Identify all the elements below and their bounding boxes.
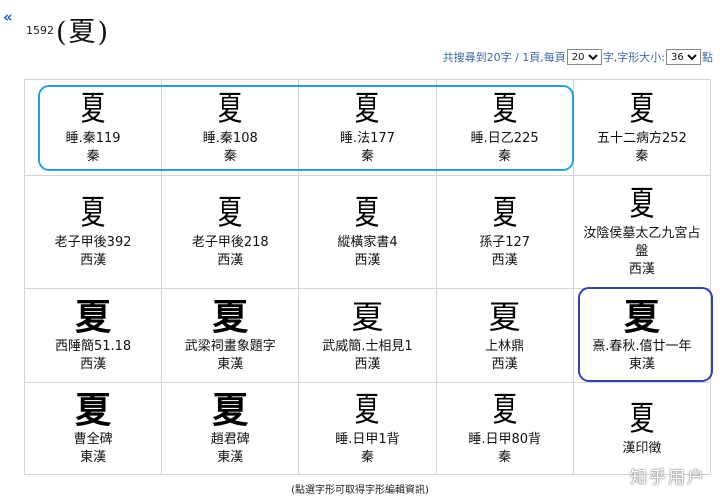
source-label: 睡.秦108 [202, 130, 258, 146]
glyph-image[interactable]: 夏 [630, 185, 654, 225]
source-label: 睡.秦119 [65, 130, 121, 146]
source-label: 汝陰侯墓太乙九宮占盤 [583, 226, 701, 259]
glyph-grid: 夏 睡.秦119 秦 夏 睡.秦108 秦 夏 睡.法177 秦 夏 睡.日乙2… [23, 79, 712, 475]
source-label: 熹.春秋.僖廿一年 [592, 338, 692, 354]
era-label: 西漢 [491, 356, 518, 372]
glyph-cell[interactable]: 夏 老子甲後392 西漢 [23, 175, 163, 289]
glyph-cell[interactable]: 夏 縱橫家書4 西漢 [298, 175, 437, 289]
source-label: 睡.日乙225 [470, 130, 539, 146]
glyph-cell[interactable]: 夏 睡.法177 秦 [298, 79, 437, 176]
glyph-image[interactable]: 夏 [355, 90, 379, 130]
glyph-image[interactable]: 夏 [81, 194, 105, 234]
era-label: 東漢 [217, 449, 244, 465]
source-label: 上林鼎 [485, 338, 525, 354]
era-label: 西漢 [628, 262, 655, 277]
source-label: 睡.日甲80背 [468, 431, 541, 447]
grid-row: 夏 曹全碑 東漢 夏 趙君碑 東漢 夏 睡.日甲1背 秦 夏 睡.日甲80背 秦… [23, 382, 712, 475]
source-label: 睡.法177 [339, 130, 395, 146]
glyph-image[interactable]: 夏 [492, 391, 516, 431]
source-label: 趙君碑 [210, 431, 250, 447]
era-label: 西漢 [217, 253, 244, 268]
glyph-image[interactable]: 夏 [351, 298, 383, 338]
back-button[interactable]: « [3, 10, 13, 25]
glyph-cell[interactable]: 夏 老子甲後218 西漢 [161, 175, 300, 289]
era-label: 西漢 [354, 253, 381, 268]
glyph-image[interactable]: 夏 [492, 194, 516, 234]
glyph-image[interactable]: 夏 [492, 90, 516, 130]
font-size-select[interactable]: 36 [666, 49, 701, 65]
era-label: 西漢 [354, 356, 381, 372]
glyph-image[interactable]: 夏 [355, 391, 379, 431]
grid-row: 夏 西陲簡51.18 西漢 夏 武梁祠畫象題字 東漢 夏 武威簡.士相見1 西漢… [23, 288, 712, 383]
glyph-image[interactable]: 夏 [75, 391, 111, 431]
glyph-cell[interactable]: 夏 西陲簡51.18 西漢 [23, 288, 163, 383]
source-label: 老子甲後218 [191, 235, 269, 250]
source-label: 睡.日甲1背 [335, 431, 400, 447]
era-label: 東漢 [80, 449, 107, 465]
source-label: 西陲簡51.18 [54, 338, 132, 354]
era-label: 東漢 [217, 356, 244, 372]
source-label: 武梁祠畫象題字 [184, 338, 276, 354]
glyph-cell[interactable]: 夏 武威簡.士相見1 西漢 [298, 288, 437, 383]
grid-row: 夏 老子甲後392 西漢 夏 老子甲後218 西漢 夏 縱橫家書4 西漢 夏 孫… [23, 175, 712, 289]
search-toolbar: 共搜尋到20字 / 1頁, 每頁 20 字, 字形大小: 36 點 [443, 49, 713, 65]
glyph-cell[interactable]: 夏 睡.秦108 秦 [161, 79, 300, 176]
grid-row: 夏 睡.秦119 秦 夏 睡.秦108 秦 夏 睡.法177 秦 夏 睡.日乙2… [23, 79, 712, 176]
source-label: 曹全碑 [73, 431, 113, 447]
source-label: 孫子127 [479, 235, 531, 250]
era-label: 西漢 [80, 356, 107, 372]
source-label: 五十二病方252 [596, 130, 687, 146]
glyph-image[interactable]: 夏 [212, 298, 248, 338]
glyph-image[interactable]: 夏 [81, 90, 105, 130]
source-label: 老子甲後392 [54, 235, 132, 250]
glyph-image[interactable]: 夏 [630, 400, 654, 440]
glyph-cell[interactable]: 夏 睡.日甲80背 秦 [435, 382, 574, 475]
era-label: 秦 [360, 148, 374, 164]
era-label: 西漢 [491, 253, 518, 268]
era-label: 秦 [498, 449, 512, 465]
source-label: 漢印徵 [622, 440, 662, 456]
per-page-label: 每頁 [543, 51, 566, 64]
character-id: 1592 [26, 24, 54, 37]
era-label: 秦 [635, 148, 649, 164]
glyph-image[interactable]: 夏 [489, 298, 521, 338]
glyph-image[interactable]: 夏 [624, 298, 660, 338]
font-size-unit: 點 [702, 51, 713, 64]
glyph-cell[interactable]: 夏 曹全碑 東漢 [23, 382, 163, 475]
glyph-image[interactable]: 夏 [218, 90, 242, 130]
page-title: (夏) [56, 17, 111, 48]
per-page-select[interactable]: 20 [566, 49, 602, 65]
era-label: 秦 [223, 148, 237, 164]
era-label: 秦 [86, 148, 100, 164]
glyph-cell[interactable]: 夏 熹.春秋.僖廿一年 東漢 [572, 288, 712, 383]
per-page-unit: 字, [602, 51, 618, 64]
era-label: 秦 [360, 449, 374, 465]
font-size-label: 字形大小: [617, 51, 665, 64]
watermark: 知乎用户 [630, 468, 706, 488]
glyph-cell[interactable]: 夏 漢印徵 [572, 382, 712, 475]
glyph-cell[interactable]: 夏 孫子127 西漢 [435, 175, 574, 289]
glyph-image[interactable]: 夏 [630, 90, 654, 130]
glyph-cell[interactable]: 夏 趙君碑 東漢 [161, 382, 300, 475]
source-label: 武威簡.士相見1 [322, 338, 413, 354]
footer-hint: (點選字形可取得字形編輯資訊) [291, 485, 429, 496]
era-label: 東漢 [628, 356, 655, 372]
glyph-image[interactable]: 夏 [218, 194, 242, 234]
glyph-image[interactable]: 夏 [212, 391, 248, 431]
result-summary: 共搜尋到20字 / 1頁, [442, 51, 544, 64]
era-label: 秦 [498, 148, 512, 164]
era-label: 西漢 [80, 253, 107, 268]
glyph-cell[interactable]: 夏 五十二病方252 秦 [572, 79, 712, 176]
glyph-image[interactable]: 夏 [75, 298, 111, 338]
glyph-cell[interactable]: 夏 睡.日乙225 秦 [435, 79, 574, 176]
glyph-cell[interactable]: 夏 睡.秦119 秦 [23, 79, 163, 176]
glyph-cell[interactable]: 夏 睡.日甲1背 秦 [298, 382, 437, 475]
source-label: 縱橫家書4 [337, 235, 398, 250]
glyph-cell[interactable]: 夏 汝陰侯墓太乙九宮占盤 西漢 [572, 175, 712, 289]
glyph-cell[interactable]: 夏 武梁祠畫象題字 東漢 [161, 288, 300, 383]
glyph-image[interactable]: 夏 [355, 194, 379, 234]
glyph-cell[interactable]: 夏 上林鼎 西漢 [435, 288, 574, 383]
